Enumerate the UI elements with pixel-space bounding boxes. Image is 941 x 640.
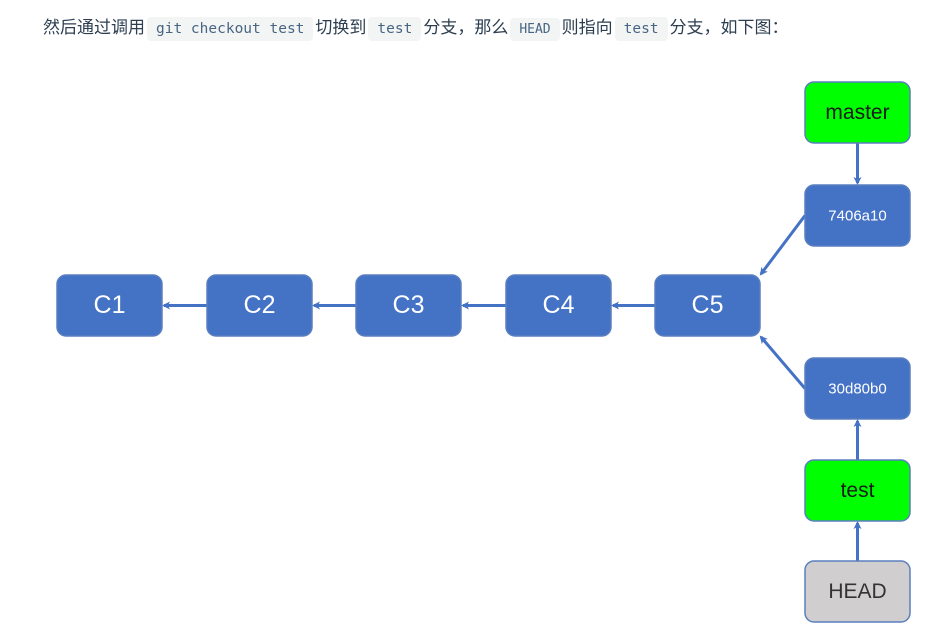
node-label: test — [841, 479, 875, 502]
node-label: master — [825, 101, 889, 124]
node-label: 7406a10 — [828, 207, 886, 224]
node-label: C3 — [393, 291, 425, 319]
edge-arrow — [759, 214, 807, 276]
node-label: C2 — [244, 291, 276, 319]
branch-node: test — [804, 459, 911, 522]
commit-node: C2 — [206, 274, 313, 337]
commit-node: 30d80b0 — [804, 357, 911, 420]
commit-node: C4 — [505, 274, 612, 337]
node-label: 30d80b0 — [828, 380, 886, 397]
branch-node: master — [804, 81, 911, 144]
commit-node: 7406a10 — [804, 184, 911, 247]
node-label: C1 — [94, 291, 126, 319]
node-label: C5 — [692, 291, 724, 319]
commit-node: C1 — [56, 274, 163, 337]
node-label: HEAD — [828, 580, 886, 603]
commit-node: C3 — [355, 274, 462, 337]
edge-arrow — [759, 335, 807, 390]
git-branch-diagram: C1 C2 C3 C4 C5 7406a10 30d80b0 master test HEAD — [56, 81, 911, 623]
head-node: HEAD — [804, 560, 911, 623]
commit-node: C5 — [654, 274, 761, 337]
node-label: C4 — [543, 291, 575, 319]
